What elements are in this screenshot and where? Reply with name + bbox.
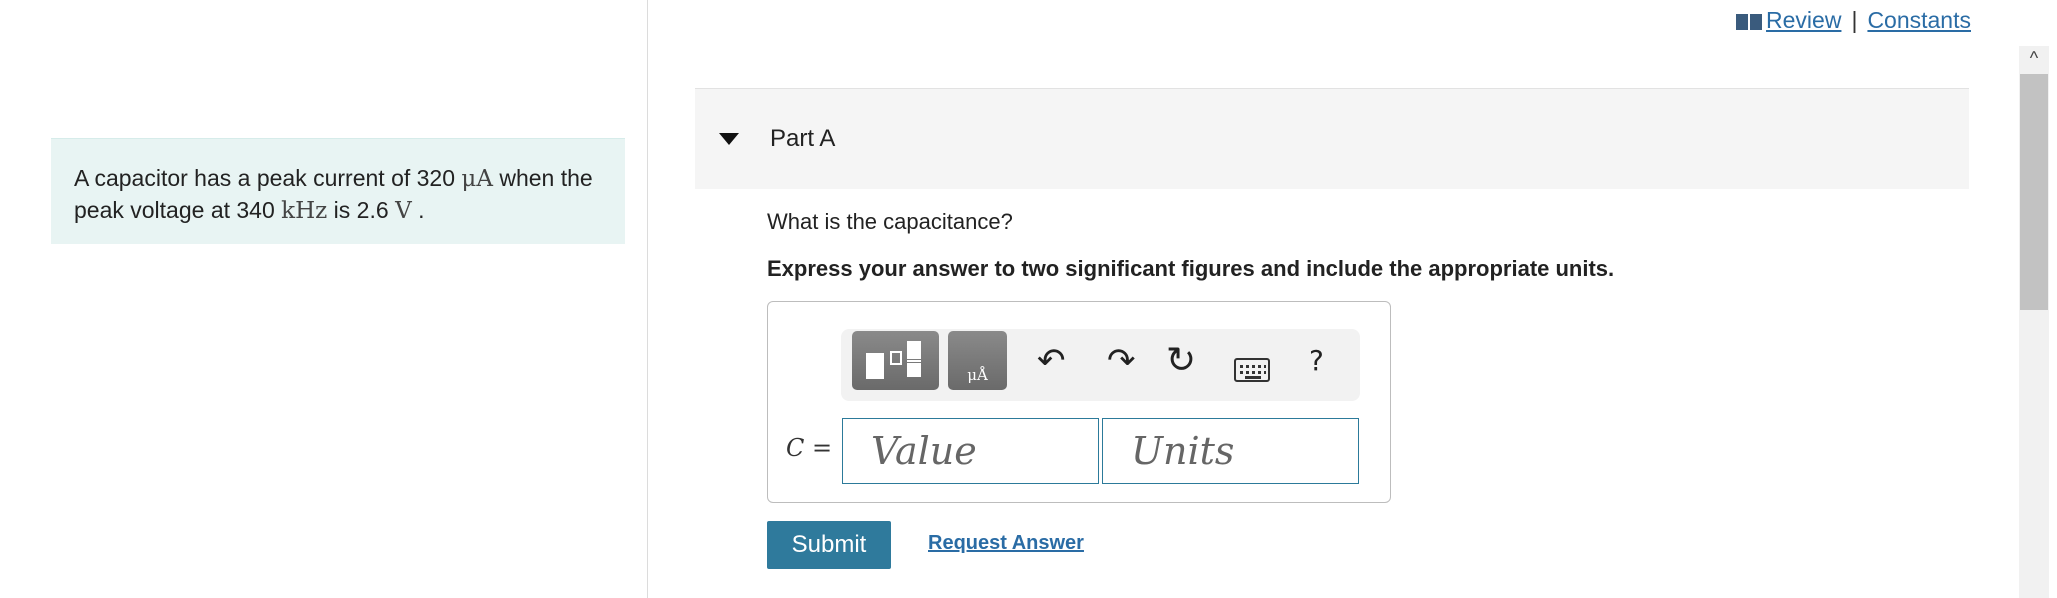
redo-icon[interactable]: ↷ xyxy=(1107,341,1136,381)
current-unit: μA xyxy=(461,166,493,192)
template-denominator-icon xyxy=(907,363,921,377)
units-input[interactable] xyxy=(1102,418,1359,484)
problem-statement: A capacitor has a peak current of 320 μA… xyxy=(51,138,625,244)
question-text: What is the capacitance? xyxy=(767,209,1013,234)
part-a-header[interactable]: Part A xyxy=(695,88,1969,189)
template-block-icon xyxy=(866,353,884,379)
template-numerator-icon xyxy=(907,341,921,359)
help-icon[interactable]: ? xyxy=(1309,341,1324,381)
voltage-unit: V xyxy=(395,198,412,224)
undo-icon[interactable]: ↶ xyxy=(1037,341,1066,381)
templates-button[interactable] xyxy=(852,331,939,390)
units-symbol-button[interactable]: μÅ xyxy=(948,331,1007,390)
scrollbar[interactable]: ^ xyxy=(2019,46,2049,598)
constants-link[interactable]: Constants xyxy=(1867,7,1971,34)
answer-box: μÅ ↶ ↷ ↻ ? C = xyxy=(767,301,1391,503)
instruction-text: Express your answer to two significant f… xyxy=(767,256,1615,281)
scroll-up-icon[interactable]: ^ xyxy=(2019,46,2049,70)
variable-label: C = xyxy=(786,434,832,462)
reset-icon[interactable]: ↻ xyxy=(1166,341,1196,381)
part-title: Part A xyxy=(770,125,836,152)
math-toolbar: μÅ ↶ ↷ ↻ ? xyxy=(841,329,1360,401)
left-pane: A capacitor has a peak current of 320 μA… xyxy=(0,0,648,598)
link-separator: | xyxy=(1851,7,1858,33)
value-input[interactable] xyxy=(842,418,1099,484)
equals-sign: = xyxy=(812,434,833,462)
problem-text-1: A capacitor has a peak current of 320 xyxy=(74,165,462,191)
variable-name: C xyxy=(786,434,805,462)
scroll-thumb[interactable] xyxy=(2020,74,2048,310)
caret-down-icon xyxy=(719,133,739,145)
top-links: Review | Constants xyxy=(1736,7,1971,34)
submit-button[interactable]: Submit xyxy=(767,521,891,569)
frequency-unit: kHz xyxy=(281,198,328,224)
request-answer-link[interactable]: Request Answer xyxy=(928,532,1084,555)
template-fraction-bar-icon xyxy=(907,360,921,362)
review-label: Review xyxy=(1766,7,1842,33)
angstrom-icon: μÅ xyxy=(967,366,988,384)
template-box-icon xyxy=(890,351,902,365)
problem-text-4: . xyxy=(411,197,425,223)
review-link[interactable]: Review xyxy=(1736,7,1841,34)
problem-text-3: is 2.6 xyxy=(327,197,396,223)
keyboard-icon[interactable] xyxy=(1234,358,1270,382)
book-icon xyxy=(1736,13,1763,30)
